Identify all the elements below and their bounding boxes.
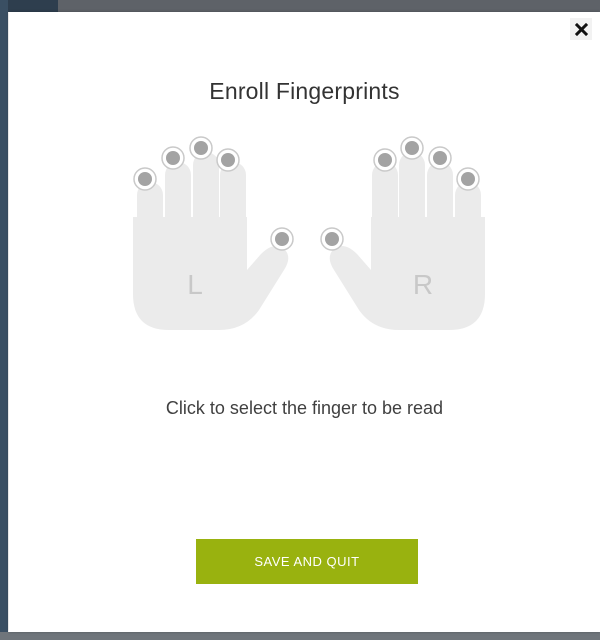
enroll-fingerprints-dialog: Enroll Fingerprints L R Click to select … bbox=[9, 12, 600, 632]
sidebar-edge bbox=[0, 0, 8, 640]
header-bar bbox=[0, 0, 600, 12]
finger-dot-left-index[interactable] bbox=[216, 148, 240, 172]
left-hand-label: L bbox=[187, 269, 203, 300]
finger-dot-right-ring[interactable] bbox=[428, 146, 452, 170]
hands-diagram: L R bbox=[133, 136, 485, 330]
instruction-text: Click to select the finger to be read bbox=[165, 398, 444, 418]
finger-dot-right-little[interactable] bbox=[456, 167, 480, 191]
finger-dot-right-middle[interactable] bbox=[400, 136, 424, 160]
right-hand-label: R bbox=[413, 269, 433, 300]
footer-bar bbox=[0, 632, 600, 640]
finger-dot-right-thumb[interactable] bbox=[320, 227, 344, 251]
finger-dot-left-ring[interactable] bbox=[161, 146, 185, 170]
finger-dot-left-middle[interactable] bbox=[189, 136, 213, 160]
finger-dot-right-index[interactable] bbox=[373, 148, 397, 172]
save-and-quit-button[interactable]: SAVE AND QUIT bbox=[196, 539, 418, 584]
finger-dot-left-thumb[interactable] bbox=[270, 227, 294, 251]
finger-dot-left-little[interactable] bbox=[133, 167, 157, 191]
header-accent bbox=[0, 0, 58, 12]
